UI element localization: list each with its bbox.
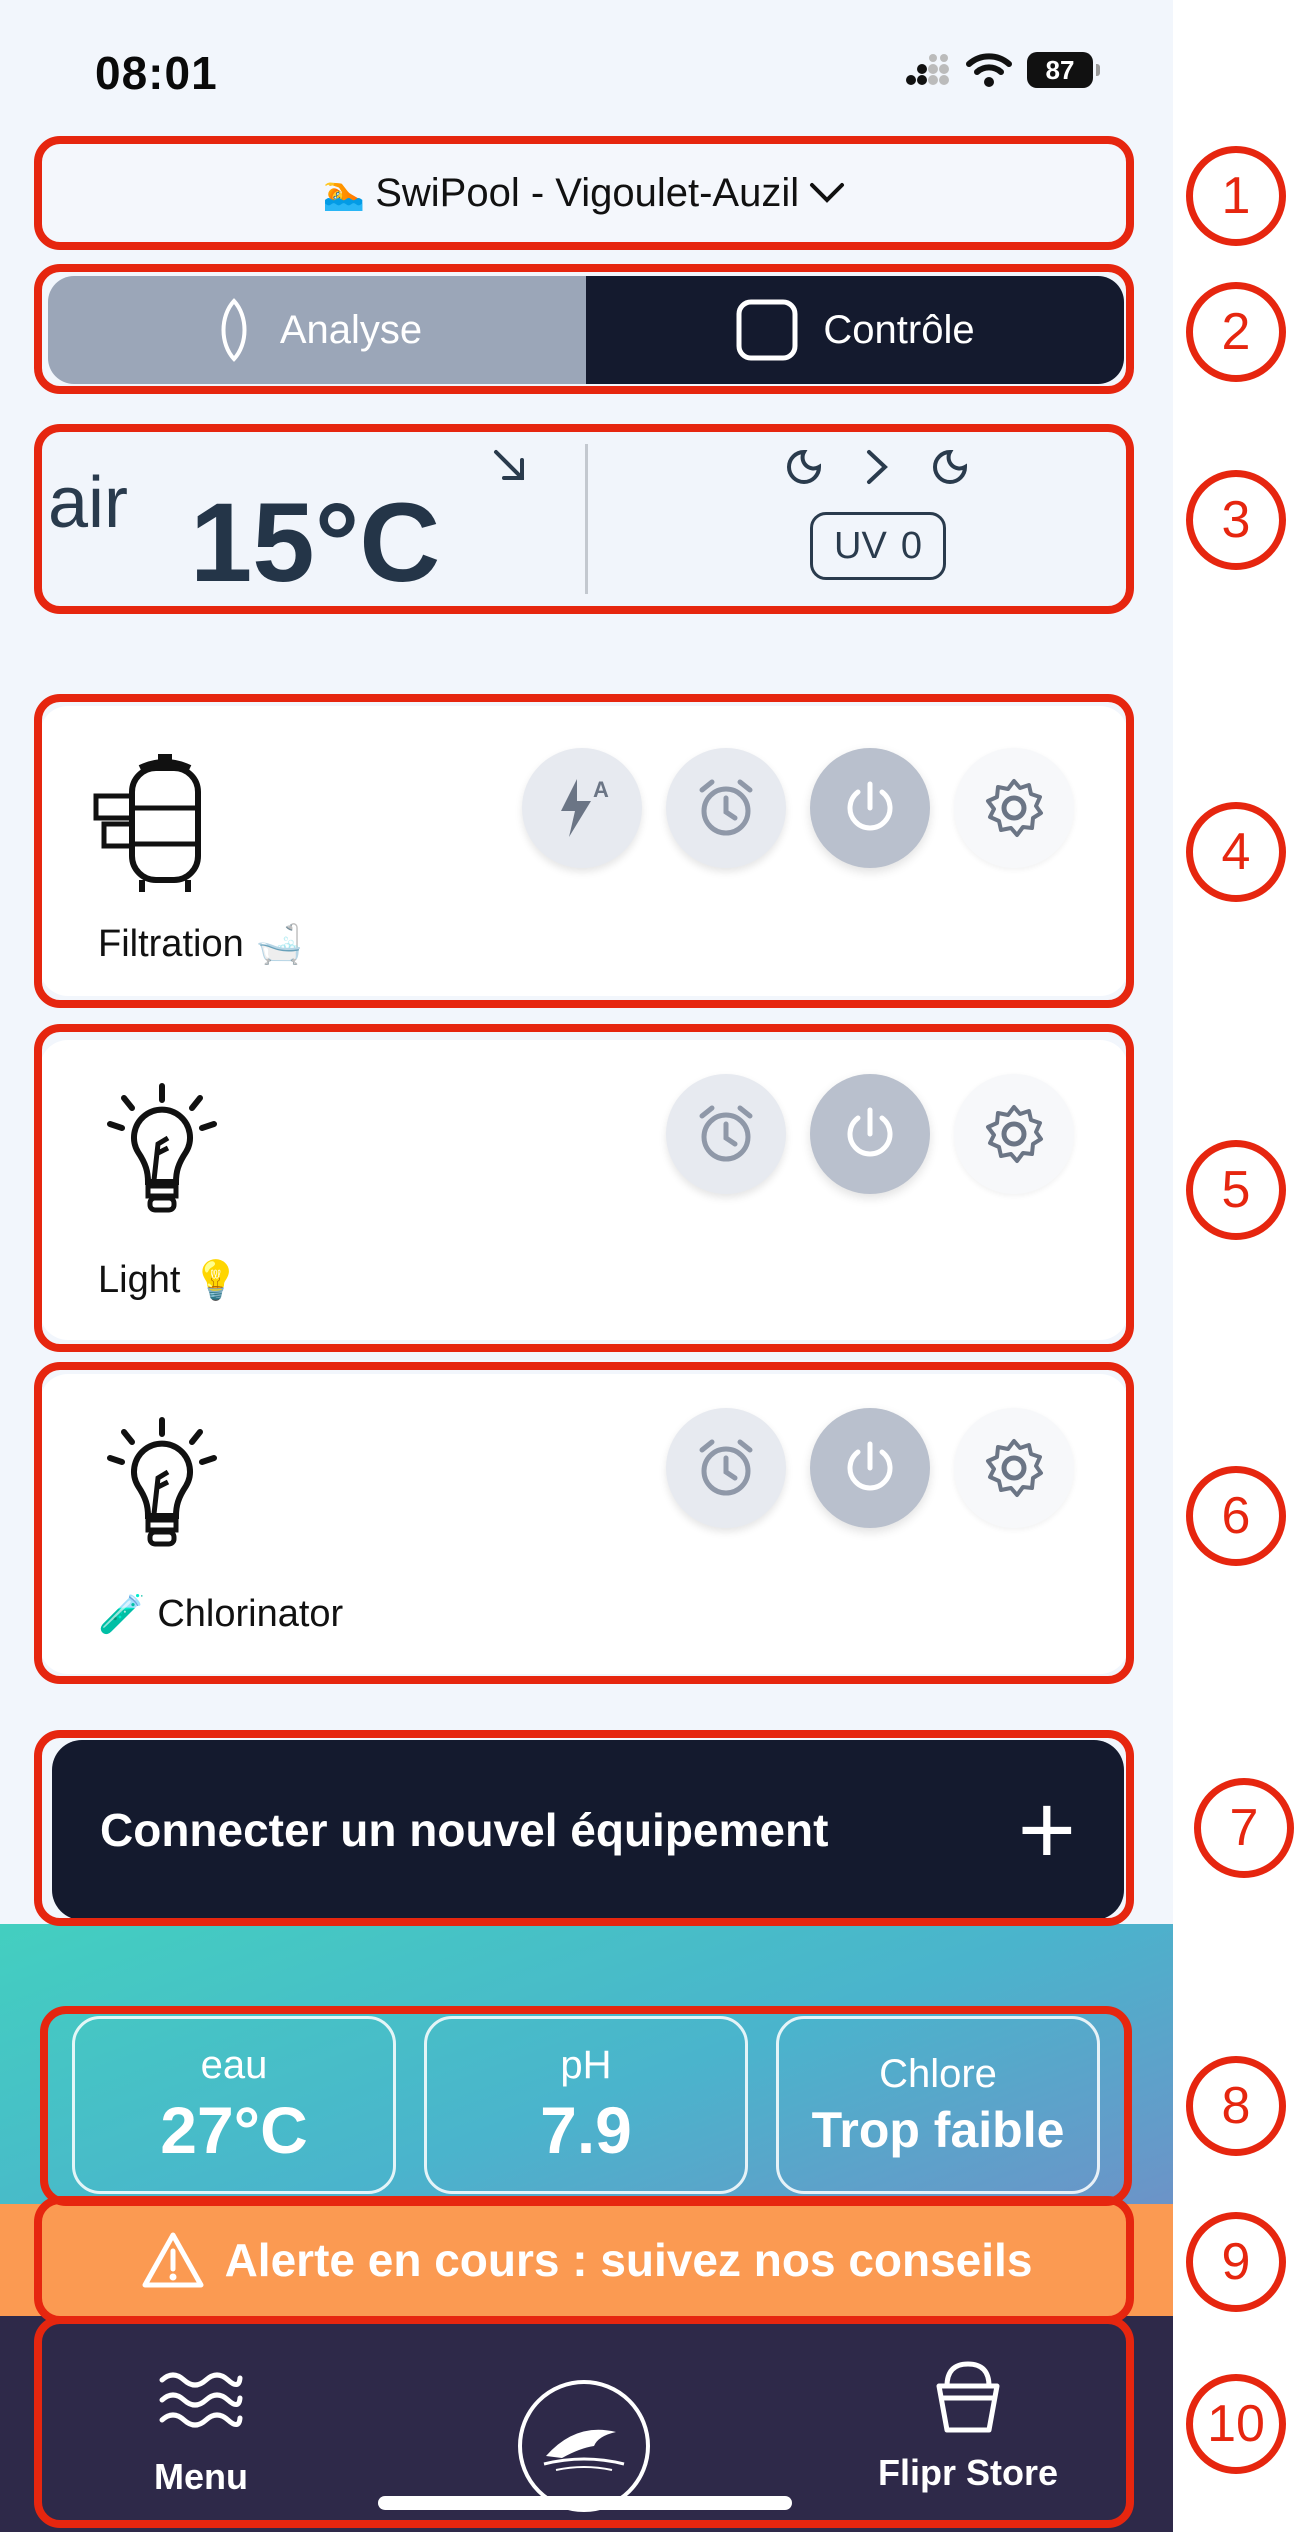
annotation-number: 8 [1186,2056,1286,2156]
annotation-number: 3 [1186,470,1286,570]
annotation-box-10 [34,2316,1134,2528]
annotation-number: 5 [1186,1140,1286,1240]
annotation-number: 4 [1186,802,1286,902]
annotation-box-9 [34,2196,1134,2324]
annotation-box-5 [34,1024,1134,1352]
annotation-box-1 [34,136,1134,250]
annotation-box-3 [34,424,1134,614]
status-icons: 87 [905,52,1100,88]
annotation-number: 10 [1186,2374,1286,2474]
battery-indicator: 87 [1027,52,1100,88]
cellular-signal-icon [906,54,949,85]
annotation-box-7 [34,1730,1134,1926]
annotation-box-2 [34,264,1134,394]
wifi-icon [966,53,1012,87]
annotation-number: 2 [1186,282,1286,382]
annotation-number: 9 [1186,2212,1286,2312]
annotation-box-4 [34,694,1134,1008]
annotation-number: 6 [1186,1466,1286,1566]
annotation-box-6 [34,1362,1134,1684]
status-time: 08:01 [95,47,218,99]
annotation-box-8 [40,2006,1132,2206]
annotation-number: 7 [1194,1778,1294,1878]
annotation-number: 1 [1186,146,1286,246]
